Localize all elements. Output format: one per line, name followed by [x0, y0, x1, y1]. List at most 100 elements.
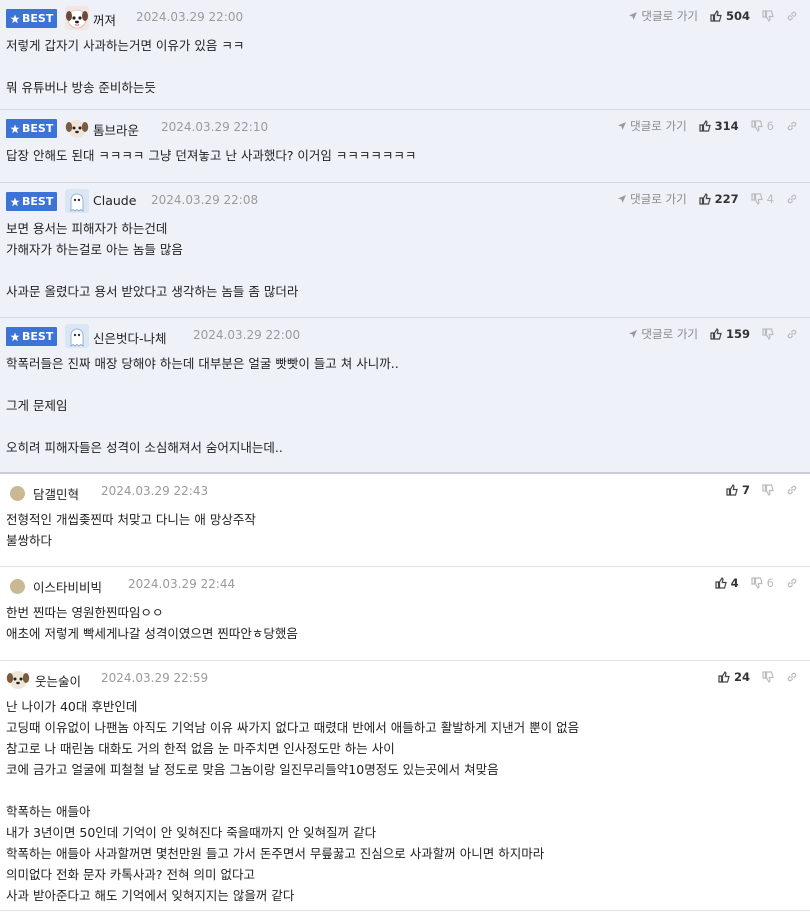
- comment-line: 보면 용서는 피해자가 하는건데: [6, 221, 168, 236]
- dislike-count: 6: [766, 576, 774, 590]
- comment-date: 2024.03.29 22:43: [101, 484, 209, 498]
- comment-line: 뭐 유튜버나 방송 준비하는듯: [6, 80, 156, 95]
- comment-line: 가해자가 하는걸로 아는 놈들 많음: [6, 242, 183, 257]
- like-button[interactable]: 504: [710, 9, 750, 23]
- comment-date: 2024.03.29 22:00: [136, 10, 244, 24]
- comment-body: 답장 안해도 된대 ㅋㅋㅋㅋ 그냥 던져놓고 난 사과했다? 이거임 ㅋㅋㅋㅋㅋ…: [0, 136, 810, 166]
- share-link-button[interactable]: [786, 193, 798, 205]
- link-icon: [786, 671, 798, 683]
- comment-header: 담갤민혁 2024.03.29 22:43 7: [0, 474, 810, 503]
- comment-line: 답장 안해도 된대 ㅋㅋㅋㅋ 그냥 던져놓고 난 사과했다? 이거임 ㅋㅋㅋㅋㅋ…: [6, 148, 417, 163]
- comment-line: 학폭하는 애들아: [6, 804, 91, 819]
- thumbs-up-icon: [710, 328, 722, 340]
- link-icon: [786, 328, 798, 340]
- dislike-button[interactable]: 6: [751, 576, 774, 590]
- star-icon: [10, 124, 20, 134]
- comment-author[interactable]: 담갤민혁: [33, 484, 79, 503]
- goto-comment-link[interactable]: 댓글로 가기: [617, 191, 687, 207]
- avatar-ghost-icon: [65, 324, 89, 348]
- comment-author[interactable]: 꺼져: [93, 10, 116, 29]
- dislike-count: 6: [766, 119, 774, 133]
- avatar-puppy-icon: [6, 667, 30, 691]
- comment-line: 참고로 나 때린놈 대화도 거의 한적 없음 눈 마주치면 인사정도만 하는 사…: [6, 741, 395, 756]
- like-count: 24: [733, 670, 750, 684]
- like-count: 7: [741, 483, 750, 497]
- goto-label: 댓글로 가기: [630, 192, 687, 206]
- like-button[interactable]: 7: [726, 483, 750, 497]
- dislike-button[interactable]: [762, 484, 774, 496]
- like-button[interactable]: 4: [715, 576, 739, 590]
- comment-date: 2024.03.29 22:59: [101, 671, 209, 685]
- avatar-puppy-icon: [65, 116, 89, 140]
- dislike-button[interactable]: 4: [751, 192, 774, 206]
- like-button[interactable]: 314: [699, 119, 739, 133]
- comment-line: 오히려 피해자들은 성격이 소심해져서 숨어지내는데..: [6, 440, 283, 455]
- comment-actions: 댓글로 가기 227 4: [617, 189, 798, 209]
- comment-line: 한번 찐따는 영원한찐따임ㅇㅇ: [6, 605, 164, 620]
- thumbs-down-icon: [751, 577, 763, 589]
- comment-body: 난 나이가 40대 후반인데 고딩때 이유없이 나팬놈 아직도 기억남 이유 싸가…: [0, 687, 810, 906]
- comment-item: 웃는술이 2024.03.29 22:59 24 난 나이가 40대 후반인데 고딩때 …: [0, 661, 810, 911]
- best-badge: BEST: [6, 9, 58, 28]
- thumbs-up-icon: [715, 577, 727, 589]
- link-icon: [786, 577, 798, 589]
- comment-line: 고딩때 이유없이 나팬놈 아직도 기억남 이유 싸가지 없다고 때렸대 반에서 …: [6, 720, 580, 735]
- dislike-button[interactable]: [762, 671, 774, 683]
- comment-line: 그게 문제임: [6, 398, 68, 413]
- avatar-dog-face-icon: [65, 6, 89, 30]
- thumbs-up-icon: [710, 10, 722, 22]
- best-label: BEST: [22, 122, 54, 135]
- comment-line: [6, 416, 810, 437]
- comment-author[interactable]: Claude: [93, 193, 136, 208]
- comment-actions: 댓글로 가기 314 6: [617, 116, 798, 136]
- goto-comment-link[interactable]: 댓글로 가기: [617, 118, 687, 134]
- like-count: 314: [714, 119, 739, 133]
- avatar-dot-icon: [10, 486, 25, 501]
- comment-date: 2024.03.29 22:00: [193, 328, 301, 342]
- goto-label: 댓글로 가기: [641, 327, 698, 341]
- comment-line: 학폭러들은 진짜 매장 당해야 하는데 대부분은 얼굴 빳빳이 들고 쳐 사니까…: [6, 356, 399, 371]
- dislike-button[interactable]: [762, 10, 774, 22]
- thumbs-down-icon: [751, 120, 763, 132]
- like-button[interactable]: 227: [699, 192, 739, 206]
- thumbs-up-icon: [718, 671, 730, 683]
- thumbs-down-icon: [762, 671, 774, 683]
- arrow-icon: [628, 11, 638, 21]
- dislike-button[interactable]: 6: [751, 119, 774, 133]
- share-link-button[interactable]: [786, 328, 798, 340]
- share-link-button[interactable]: [786, 577, 798, 589]
- comment-header: BEST 톰브라운 2024.03.29 22:10 댓글로 가기 314 6: [0, 110, 810, 139]
- share-link-button[interactable]: [786, 10, 798, 22]
- share-link-button[interactable]: [786, 484, 798, 496]
- comment-author[interactable]: 톰브라운: [93, 120, 139, 139]
- goto-comment-link[interactable]: 댓글로 가기: [628, 326, 698, 342]
- comment-body: 학폭러들은 진짜 매장 당해야 하는데 대부분은 얼굴 빳빳이 들고 쳐 사니까…: [0, 344, 810, 458]
- comment-author[interactable]: 신은벗다-나체: [93, 328, 167, 347]
- avatar-dot-icon: [10, 579, 25, 594]
- like-count: 4: [730, 576, 739, 590]
- thumbs-up-icon: [726, 484, 738, 496]
- link-icon: [786, 193, 798, 205]
- goto-comment-link[interactable]: 댓글로 가기: [628, 8, 698, 24]
- comment-header: BEST Claude 2024.03.29 22:08 댓글로 가기 227 4: [0, 183, 810, 213]
- comment-body: 저렇게 갑자기 사과하는거면 이유가 있음 ㅋㅋ 뭐 유튜버나 방송 준비하는듯: [0, 26, 810, 98]
- comment-author[interactable]: 웃는술이: [35, 671, 81, 690]
- share-link-button[interactable]: [786, 120, 798, 132]
- dislike-button[interactable]: [762, 328, 774, 340]
- dislike-count: 4: [766, 192, 774, 206]
- comment-header: 이스타비비빅 2024.03.29 22:44 4 6: [0, 567, 810, 596]
- arrow-icon: [617, 121, 627, 131]
- comment-author[interactable]: 이스타비비빅: [33, 577, 102, 596]
- comment-line: 코에 금가고 얼굴에 피철철 날 정도로 맞음 그놈이랑 일진무리들약10명정도…: [6, 762, 499, 777]
- comment-line: 전형적인 개씹좆찐따 처맞고 다니는 애 망상주작: [6, 512, 256, 527]
- like-button[interactable]: 24: [718, 670, 750, 684]
- thumbs-down-icon: [751, 193, 763, 205]
- arrow-icon: [617, 194, 627, 204]
- comment-line: 사과 받아준다고 해도 기억에서 잊혀지지는 않을꺼 같다: [6, 888, 295, 903]
- comment-item: BEST 톰브라운 2024.03.29 22:10 댓글로 가기 314 6 답장 안해도…: [0, 110, 810, 183]
- share-link-button[interactable]: [786, 671, 798, 683]
- like-button[interactable]: 159: [710, 327, 750, 341]
- comment-header: BEST 꺼져 2024.03.29 22:00 댓글로 가기 504: [0, 0, 810, 30]
- comment-header: 웃는술이 2024.03.29 22:59 24: [0, 661, 810, 690]
- thumbs-down-icon: [762, 10, 774, 22]
